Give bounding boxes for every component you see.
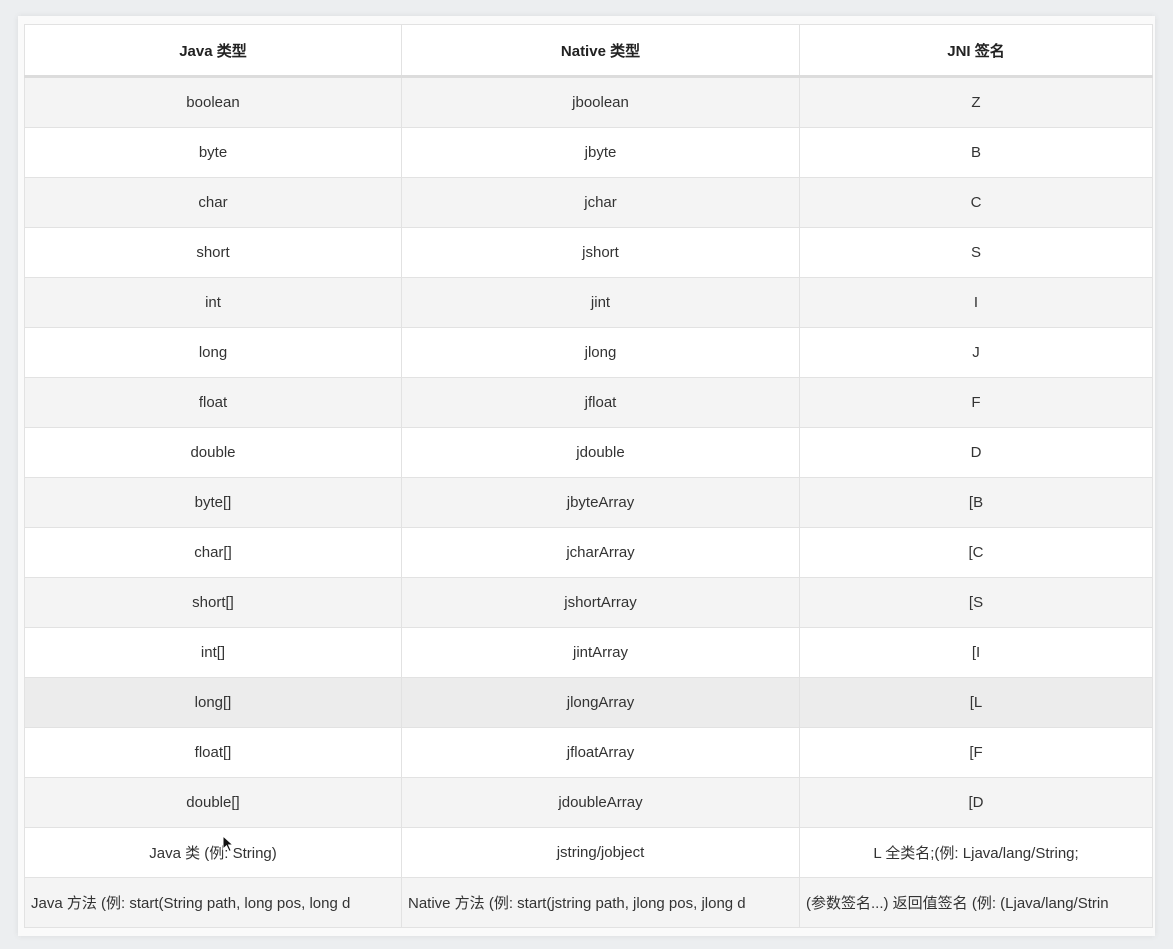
native-type-cell: jcharArray — [401, 527, 800, 578]
jni-signature-cell: L 全类名;(例: Ljava/lang/String; — [799, 827, 1153, 878]
mouse-pointer-icon — [222, 835, 235, 853]
native-type-cell: jshortArray — [401, 577, 800, 628]
java-type-cell: char — [24, 177, 402, 228]
jni-signature-cell: (参数签名...) 返回值签名 (例: (Ljava/lang/Strin — [799, 877, 1153, 928]
java-type-cell: float — [24, 377, 402, 428]
native-type-cell: jfloatArray — [401, 727, 800, 778]
jni-signature-cell: Z — [799, 76, 1153, 128]
native-type-cell: jdouble — [401, 427, 800, 478]
jni-signature-cell: C — [799, 177, 1153, 228]
document-frame: Java 类型 Native 类型 JNI 签名 boolean jboolea… — [18, 16, 1155, 936]
header-java-type: Java 类型 — [24, 24, 402, 78]
java-type-cell: Java 类 (例: String) — [24, 827, 402, 878]
native-type-cell: jchar — [401, 177, 800, 228]
table-row: char[] jcharArray [C — [24, 527, 1153, 578]
native-type-cell: jlong — [401, 327, 800, 378]
native-type-cell: jlongArray — [401, 677, 800, 728]
java-type-cell: long — [24, 327, 402, 378]
native-type-cell: jbyte — [401, 127, 800, 178]
java-type-cell: int[] — [24, 627, 402, 678]
java-type-cell: double[] — [24, 777, 402, 828]
table-row: float jfloat F — [24, 377, 1153, 428]
table-row: Java 类 (例: String) jstring/jobject L 全类名… — [24, 827, 1153, 878]
jni-signature-cell: J — [799, 327, 1153, 378]
table-row: double jdouble D — [24, 427, 1153, 478]
java-type-cell: long[] — [24, 677, 402, 728]
jni-signature-cell: B — [799, 127, 1153, 178]
java-type-cell: short — [24, 227, 402, 278]
native-type-cell: jboolean — [401, 76, 800, 128]
java-type-cell: byte — [24, 127, 402, 178]
jni-signature-cell: S — [799, 227, 1153, 278]
table-row: Java 方法 (例: start(String path, long pos,… — [24, 877, 1153, 928]
java-type-cell: Java 方法 (例: start(String path, long pos,… — [24, 877, 402, 928]
native-type-cell: jdoubleArray — [401, 777, 800, 828]
table-row: byte[] jbyteArray [B — [24, 477, 1153, 528]
table-row: double[] jdoubleArray [D — [24, 777, 1153, 828]
jni-signature-cell: [D — [799, 777, 1153, 828]
table-row: long jlong J — [24, 327, 1153, 378]
native-type-cell: jfloat — [401, 377, 800, 428]
jni-signature-cell: [L — [799, 677, 1153, 728]
native-type-cell: jshort — [401, 227, 800, 278]
table-row: char jchar C — [24, 177, 1153, 228]
native-type-cell: jbyteArray — [401, 477, 800, 528]
table-row: float[] jfloatArray [F — [24, 727, 1153, 778]
native-type-cell: jintArray — [401, 627, 800, 678]
jni-signature-cell: D — [799, 427, 1153, 478]
native-type-cell: Native 方法 (例: start(jstring path, jlong … — [401, 877, 800, 928]
table-header-row: Java 类型 Native 类型 JNI 签名 — [24, 24, 1153, 78]
table-row: short[] jshortArray [S — [24, 577, 1153, 628]
java-type-cell: boolean — [24, 76, 402, 128]
jni-signature-cell: [F — [799, 727, 1153, 778]
java-type-cell: double — [24, 427, 402, 478]
table-row: int jint I — [24, 277, 1153, 328]
java-type-cell: byte[] — [24, 477, 402, 528]
jni-signature-cell: [C — [799, 527, 1153, 578]
table-row: short jshort S — [24, 227, 1153, 278]
jni-signature-cell: [S — [799, 577, 1153, 628]
jni-signature-cell: I — [799, 277, 1153, 328]
table-row: int[] jintArray [I — [24, 627, 1153, 678]
java-type-cell: short[] — [24, 577, 402, 628]
native-type-cell: jint — [401, 277, 800, 328]
java-type-cell: int — [24, 277, 402, 328]
java-type-cell: char[] — [24, 527, 402, 578]
header-jni-signature: JNI 签名 — [799, 24, 1153, 78]
table-row: long[] jlongArray [L — [24, 677, 1153, 728]
jni-signature-cell: [B — [799, 477, 1153, 528]
table-row: boolean jboolean Z — [24, 76, 1153, 128]
header-native-type: Native 类型 — [401, 24, 800, 78]
table-row: byte jbyte B — [24, 127, 1153, 178]
native-type-cell: jstring/jobject — [401, 827, 800, 878]
jni-signature-cell: F — [799, 377, 1153, 428]
jni-signature-cell: [I — [799, 627, 1153, 678]
java-type-cell: float[] — [24, 727, 402, 778]
jni-type-table: Java 类型 Native 类型 JNI 签名 boolean jboolea… — [24, 24, 1153, 928]
